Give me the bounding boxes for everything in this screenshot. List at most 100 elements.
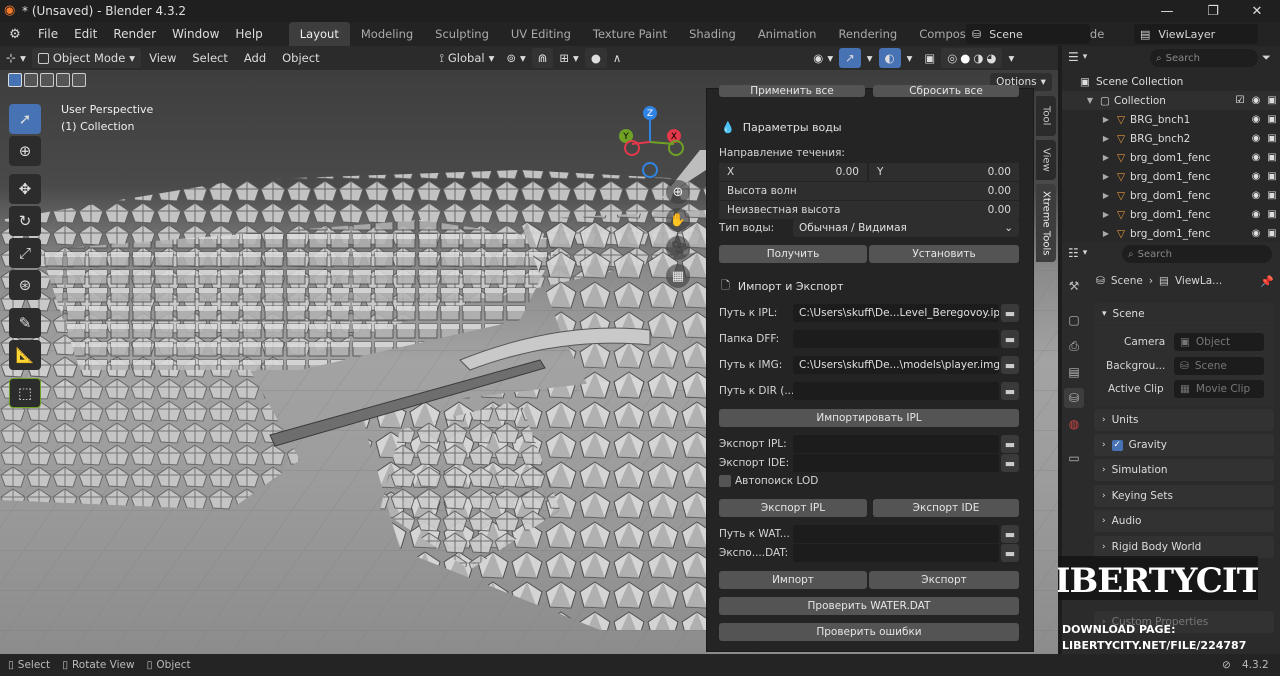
scale-tool[interactable]: ⤢ (9, 238, 41, 268)
tab-animation[interactable]: Animation (747, 22, 828, 46)
wireframe-shading-icon[interactable]: ◎ (947, 51, 957, 65)
outliner-object-row[interactable]: ▶ ▽ BRG_bnch1 ◉ ▣ (1062, 110, 1280, 129)
menu-help[interactable]: Help (227, 22, 270, 46)
falloff-dropdown[interactable]: ∧ (607, 48, 627, 68)
dir-browse-folder-icon[interactable]: ▬ (1001, 382, 1019, 400)
tab-texture-paint[interactable]: Texture Paint (582, 22, 678, 46)
minimize-button[interactable]: — (1144, 0, 1190, 22)
expand-arrow-icon[interactable]: ▶ (1100, 133, 1112, 145)
solid-shading-icon[interactable]: ● (960, 51, 970, 65)
tab-tool[interactable]: Tool (1036, 96, 1056, 136)
dff-folder-input[interactable] (793, 330, 999, 348)
select-invert-icon[interactable] (56, 73, 70, 87)
collection-properties-tab[interactable]: ▭ (1064, 448, 1084, 468)
material-shading-icon[interactable]: ◑ (973, 51, 983, 65)
overlay-toggle[interactable]: ◐ (878, 48, 901, 68)
unknown-height-field[interactable]: Неизвестная высота 0.00 (719, 201, 1019, 219)
water-type-dropdown[interactable]: Обычная / Видимая ⌄ (793, 219, 1019, 237)
img-browse-folder-icon[interactable]: ▬ (1001, 356, 1019, 374)
snap-toggle[interactable]: ⋒ (531, 48, 554, 68)
scene-selector[interactable]: ⛁ Scene (966, 24, 1090, 44)
eye-icon[interactable]: ◉ (1248, 95, 1264, 106)
menu-edit[interactable]: Edit (66, 22, 105, 46)
img-path-input[interactable]: C:\Users\skuff\De...\models\player.img (793, 356, 999, 374)
collection-checkbox[interactable]: ☑ (1232, 95, 1248, 106)
scene-properties-tab[interactable]: ⛁ (1064, 388, 1084, 408)
menu-view[interactable]: View (141, 51, 184, 65)
simulation-section[interactable]: › Simulation (1094, 459, 1274, 481)
rendered-shading-icon[interactable]: ◕ (986, 51, 996, 65)
check-water-button[interactable]: Проверить WATER.DAT (719, 597, 1019, 615)
eye-icon[interactable]: ◉ (1248, 133, 1264, 144)
outliner-object-row[interactable]: ▶ ▽ BRG_bnch2 ◉ ▣ (1062, 129, 1280, 148)
pivot-dropdown[interactable]: ⊚ ▾ (500, 48, 531, 68)
viewlayer-properties-tab[interactable]: ▤ (1064, 362, 1084, 382)
transform-orientation-dropdown[interactable]: ⟟ Global ▾ (434, 48, 501, 68)
camera-view-button[interactable]: 🎥 (666, 236, 690, 260)
export-ide-folder-icon[interactable]: ▬ (1001, 454, 1019, 472)
move-tool[interactable]: ✥ (9, 174, 41, 204)
outliner-editor-type[interactable]: ☰ ▾ (1068, 50, 1087, 64)
properties-editor-type[interactable]: ☷ ▾ (1068, 246, 1087, 260)
apply-all-button[interactable]: Применить все (719, 85, 865, 97)
transform-tool[interactable]: ⊛ (9, 270, 41, 300)
wave-height-field[interactable]: Высота волн 0.00 (719, 182, 1019, 200)
snap-dropdown[interactable]: ⊞ ▾ (553, 48, 584, 68)
render-properties-tab[interactable]: ▢ (1064, 310, 1084, 330)
overlay-dropdown[interactable]: ▾ (901, 48, 919, 68)
outliner-object-row[interactable]: ▶ ▽ brg_dom1_fenc ◉ ▣ (1062, 205, 1280, 224)
gizmo-toggle[interactable]: ↗ (839, 48, 861, 68)
gizmo-dropdown[interactable]: ▾ (861, 48, 879, 68)
outliner-object-row[interactable]: ▶ ▽ brg_dom1_fenc ◉ ▣ (1062, 224, 1280, 243)
proportional-edit-toggle[interactable]: ● (584, 48, 607, 68)
water-params-header[interactable]: 💧 Параметры воды (711, 115, 1031, 139)
export-ipl-input[interactable] (793, 435, 999, 453)
expand-arrow-icon[interactable]: ▶ (1100, 152, 1112, 164)
flow-y-field[interactable]: Y 0.00 (869, 163, 1019, 181)
keying-sets-section[interactable]: › Keying Sets (1094, 485, 1274, 507)
ipl-browse-folder-icon[interactable]: ▬ (1001, 304, 1019, 322)
autolod-checkbox[interactable] (719, 475, 731, 487)
eye-icon[interactable]: ◉ (1248, 152, 1264, 163)
properties-search-input[interactable]: ⌕ Search (1122, 245, 1272, 263)
mode-dropdown[interactable]: Object Mode ▾ (31, 48, 142, 68)
tab-xtreme-tools[interactable]: Xtreme Tools (1036, 184, 1056, 262)
camera-icon[interactable]: ▣ (1264, 171, 1280, 182)
gravity-checkbox[interactable]: ✓ (1111, 439, 1123, 451)
import-water-button[interactable]: Импорт (719, 571, 867, 589)
export-ipl-folder-icon[interactable]: ▬ (1001, 435, 1019, 453)
select-new-icon[interactable] (8, 73, 22, 87)
scene-collection-row[interactable]: ▣ Scene Collection (1062, 72, 1280, 91)
menu-object[interactable]: Object (274, 51, 327, 65)
export-ipl-button[interactable]: Экспорт IPL (719, 499, 867, 517)
ipl-path-input[interactable]: C:\Users\skuff\De...Level_Beregovoy.ipl (793, 304, 999, 322)
export-dat-input[interactable] (793, 544, 999, 562)
maximize-button[interactable]: ❐ (1190, 0, 1236, 22)
eye-icon[interactable]: ◉ (1248, 209, 1264, 220)
annotate-tool[interactable]: ✎ (9, 308, 41, 338)
expand-arrow-icon[interactable]: ▶ (1100, 114, 1112, 126)
shading-dropdown[interactable]: ▾ (1002, 48, 1020, 68)
tab-uv-editing[interactable]: UV Editing (500, 22, 582, 46)
camera-icon[interactable]: ▣ (1264, 228, 1280, 239)
audio-section[interactable]: › Audio (1094, 510, 1274, 532)
get-water-button[interactable]: Получить (719, 245, 867, 263)
camera-icon[interactable]: ▣ (1264, 114, 1280, 125)
set-water-button[interactable]: Установить (869, 245, 1019, 263)
navigation-gizmo[interactable]: Z Y X (612, 104, 688, 180)
xray-toggle[interactable]: ▣ (918, 48, 941, 68)
import-ipl-button[interactable]: Импортировать IPL (719, 409, 1019, 427)
menu-file[interactable]: File (30, 22, 66, 46)
export-ide-input[interactable] (793, 454, 999, 472)
measure-tool[interactable]: 📐 (9, 340, 41, 370)
tab-shading[interactable]: Shading (678, 22, 747, 46)
viewlayer-selector[interactable]: ▤ ViewLayer (1134, 24, 1258, 44)
export-water-button[interactable]: Экспорт (869, 571, 1019, 589)
check-errors-button[interactable]: Проверить ошибки (719, 623, 1019, 641)
expand-arrow-icon[interactable]: ▶ (1100, 171, 1112, 183)
outliner-object-row[interactable]: ▶ ▽ brg_dom1_fenc ◉ ▣ (1062, 186, 1280, 205)
menu-render[interactable]: Render (105, 22, 164, 46)
visibility-dropdown[interactable]: ◉ ▾ (807, 48, 839, 68)
menu-select[interactable]: Select (184, 51, 235, 65)
editor-type-dropdown[interactable]: ⊹ ▾ (0, 48, 32, 68)
